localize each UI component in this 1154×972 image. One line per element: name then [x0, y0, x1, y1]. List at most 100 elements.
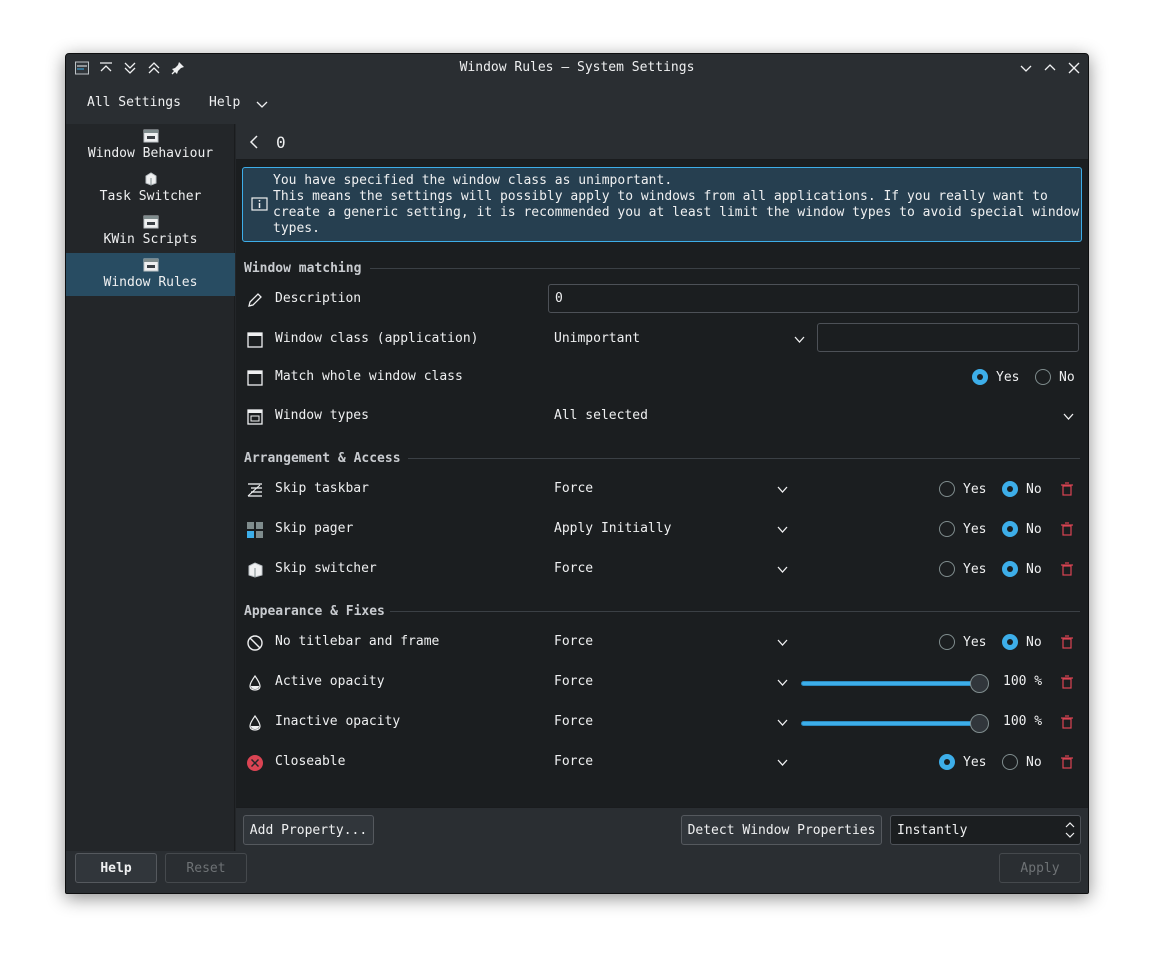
window-class-input[interactable] — [817, 323, 1079, 352]
radio-no[interactable]: No — [1002, 521, 1042, 537]
radio-yes[interactable]: Yes — [939, 754, 986, 770]
window-icon — [143, 129, 158, 143]
rule-label: Skip taskbar — [275, 481, 369, 496]
information-icon — [251, 197, 268, 211]
task-switcher-icon — [248, 562, 263, 578]
chevron-down-icon[interactable] — [776, 636, 789, 649]
reset-button[interactable]: Reset — [165, 853, 247, 883]
opacity-slider-handle[interactable] — [970, 714, 989, 733]
opacity-drop-icon — [249, 714, 261, 731]
delete-rule-icon[interactable] — [1060, 482, 1074, 496]
detect-delay-value: Instantly — [897, 823, 968, 838]
radio-indicator-selected — [972, 369, 988, 385]
radio-indicator — [939, 481, 955, 497]
add-property-button[interactable]: Add Property... — [243, 815, 374, 845]
rule-row-window-class: Window class (application) Unimportant — [236, 321, 1088, 357]
radio-label: No — [1026, 634, 1042, 650]
rule-policy-select[interactable]: Force — [554, 634, 593, 649]
section-window-matching: Window matching — [244, 261, 362, 276]
window-icon — [143, 258, 158, 272]
chevron-down-icon[interactable] — [776, 676, 789, 689]
window-types-select[interactable]: All selected — [554, 408, 648, 423]
radio-label: Yes — [963, 561, 987, 577]
radio-yes[interactable]: Yes — [939, 481, 986, 497]
rule-label: Match whole window class — [275, 369, 463, 384]
chevron-down-icon[interactable] — [776, 716, 789, 729]
sidebar-item-window-behaviour[interactable]: Window Behaviour — [66, 124, 235, 167]
delete-rule-icon[interactable] — [1060, 522, 1074, 536]
radio-no[interactable]: No — [1002, 634, 1042, 650]
rule-row-closeable: Closeable Force Yes No — [236, 744, 1088, 780]
sidebar-item-label: KWin Scripts — [103, 232, 198, 247]
help-menu[interactable]: Help — [209, 95, 240, 110]
radio-indicator — [939, 561, 955, 577]
rule-label: Skip switcher — [275, 561, 377, 576]
radio-no[interactable]: No — [1035, 369, 1075, 385]
radio-indicator — [939, 521, 955, 537]
rule-policy-select[interactable]: Force — [554, 481, 593, 496]
close-icon[interactable] — [1064, 58, 1084, 78]
chevron-down-icon[interactable] — [776, 483, 789, 496]
info-text: You have specified the window class as u… — [273, 173, 1080, 236]
task-switcher-icon — [145, 172, 156, 186]
rule-policy-select[interactable]: Force — [554, 754, 593, 769]
chevron-down-icon[interactable] — [776, 563, 789, 576]
radio-label: Yes — [963, 634, 987, 650]
radio-label: No — [1026, 754, 1042, 770]
apply-button[interactable]: Apply — [999, 853, 1081, 883]
sidebar-item-window-rules[interactable]: Window Rules — [66, 253, 235, 296]
description-input[interactable]: 0 — [548, 284, 1079, 313]
chevron-down-icon[interactable] — [776, 523, 789, 536]
radio-indicator-selected — [1002, 561, 1018, 577]
chevron-down-icon[interactable] — [793, 333, 806, 346]
chevron-down-icon[interactable] — [256, 98, 268, 110]
rule-policy-select[interactable]: Force — [554, 674, 593, 689]
rule-row-no-titlebar: No titlebar and frame Force Yes No — [236, 624, 1088, 660]
radio-indicator-selected — [1002, 634, 1018, 650]
radio-yes[interactable]: Yes — [939, 521, 986, 537]
delete-rule-icon[interactable] — [1060, 675, 1074, 689]
radio-no[interactable]: No — [1002, 754, 1042, 770]
radio-yes[interactable]: Yes — [939, 561, 986, 577]
match-policy-select[interactable]: Unimportant — [554, 331, 640, 346]
chevron-down-icon[interactable] — [776, 756, 789, 769]
window-title: Window Rules — System Settings — [459, 60, 695, 75]
delete-rule-icon[interactable] — [1060, 635, 1074, 649]
title-bar: Window Rules — System Settings — [66, 54, 1088, 82]
rule-actions-bar: Add Property... Detect Window Properties… — [236, 807, 1088, 851]
back-arrow-icon[interactable] — [246, 133, 264, 151]
rule-row-skip-switcher: Skip switcher Force Yes No — [236, 551, 1088, 587]
opacity-slider-track[interactable] — [801, 721, 981, 726]
sidebar-item-kwin-scripts[interactable]: KWin Scripts — [66, 210, 235, 253]
opacity-slider-handle[interactable] — [970, 674, 989, 693]
spin-arrows-icon[interactable] — [1065, 820, 1075, 840]
rule-policy-select[interactable]: Apply Initially — [554, 521, 671, 536]
radio-no[interactable]: No — [1002, 481, 1042, 497]
divider — [390, 611, 1080, 612]
rule-label: Skip pager — [275, 521, 354, 536]
footer-bar: Help Reset Apply — [66, 851, 1088, 893]
all-settings-menu[interactable]: All Settings — [87, 95, 181, 110]
rule-policy-select[interactable]: Force — [554, 561, 593, 576]
maximize-icon[interactable] — [1040, 58, 1060, 78]
rule-label: No titlebar and frame — [275, 634, 440, 649]
rule-label: Window types — [275, 408, 369, 423]
radio-label: No — [1026, 561, 1042, 577]
delete-rule-icon[interactable] — [1060, 562, 1074, 576]
radio-yes[interactable]: Yes — [939, 634, 986, 650]
radio-no[interactable]: No — [1002, 561, 1042, 577]
radio-yes[interactable]: Yes — [972, 369, 1019, 385]
detect-window-properties-button[interactable]: Detect Window Properties — [681, 815, 882, 845]
detect-delay-spinbox[interactable]: Instantly — [890, 815, 1081, 845]
main-panel: 0 You have specified the window class as… — [236, 124, 1088, 851]
minimize-icon[interactable] — [1016, 58, 1036, 78]
opacity-slider-track[interactable] — [801, 681, 981, 686]
radio-label: Yes — [963, 754, 987, 770]
chevron-down-icon[interactable] — [1062, 410, 1075, 423]
delete-rule-icon[interactable] — [1060, 715, 1074, 729]
delete-rule-icon[interactable] — [1060, 755, 1074, 769]
rule-policy-select[interactable]: Force — [554, 714, 593, 729]
help-button[interactable]: Help — [75, 853, 157, 883]
divider — [370, 268, 1080, 269]
sidebar-item-task-switcher[interactable]: Task Switcher — [66, 167, 235, 210]
